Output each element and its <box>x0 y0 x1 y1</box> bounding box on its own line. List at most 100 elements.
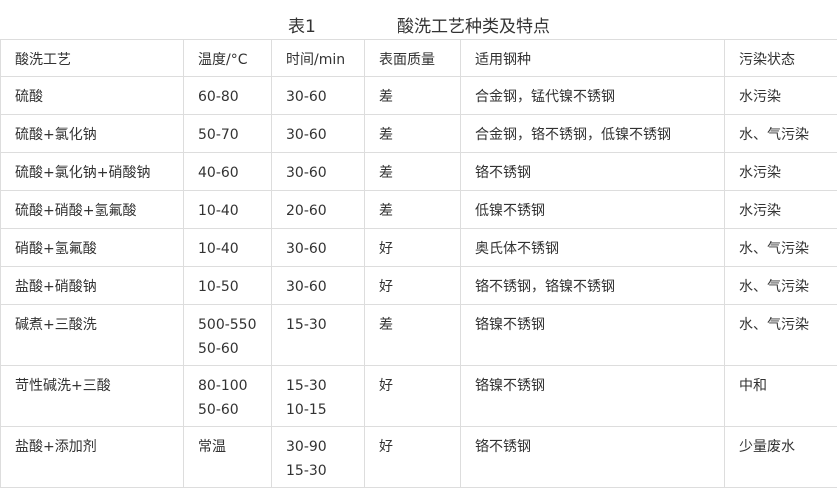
cell-text: 15-30 <box>286 459 364 483</box>
table-cell-pollution: 水污染 <box>725 191 837 229</box>
table-cell-surface-quality: 差 <box>365 191 461 229</box>
header-col-time: 时间/min <box>272 40 365 77</box>
table-cell-pollution: 水、气污染 <box>725 229 837 267</box>
table-row: 苛性碱洗+三酸80-10050-6015-3010-15好铬镍不锈钢中和 <box>1 366 837 427</box>
table-header-row: 酸洗工艺温度/°C时间/min表面质量适用钢种污染状态 <box>1 40 837 77</box>
table-title: 酸洗工艺种类及特点 <box>397 12 550 37</box>
cell-text: 30-60 <box>286 237 364 261</box>
table-cell-steel-grade: 铬镍不锈钢 <box>461 366 725 427</box>
table-caption: 表1 酸洗工艺种类及特点 <box>0 8 837 38</box>
table-cell-steel-grade: 合金钢，铬不锈钢，低镍不锈钢 <box>461 115 725 153</box>
table-cell-surface-quality: 差 <box>365 153 461 191</box>
header-col-pollution: 污染状态 <box>725 40 837 77</box>
cell-text: 50-70 <box>198 123 271 147</box>
table-cell-temperature: 10-40 <box>184 191 272 229</box>
table-row: 硝酸+氢氟酸 10-40 30-60好奥氏体不锈钢水、气污染 <box>1 229 837 267</box>
table-cell-time: 30-60 <box>272 115 365 153</box>
table-cell-time: 30-60 <box>272 229 365 267</box>
cell-text: 30-60 <box>286 275 364 299</box>
cell-text: 水污染 <box>739 161 837 185</box>
cell-text: 50-60 <box>198 337 271 361</box>
table-cell-time: 15-3010-15 <box>272 366 365 427</box>
cell-text: 铬镍不锈钢 <box>475 374 724 398</box>
table-cell-surface-quality: 差 <box>365 305 461 366</box>
cell-text: 15-30 <box>286 313 364 337</box>
table-cell-steel-grade: 铬不锈钢 <box>461 153 725 191</box>
table-row: 硫酸+硝酸+氢氟酸10-4020-60差低镍不锈钢水污染 <box>1 191 837 229</box>
cell-text: 水、气污染 <box>739 275 837 299</box>
header-col-temperature: 温度/°C <box>184 40 272 77</box>
table-cell-process: 盐酸+硝酸钠 <box>1 267 184 305</box>
header-col-steel-grade: 适用钢种 <box>461 40 725 77</box>
cell-text: 30-60 <box>286 123 364 147</box>
table-cell-temperature: 60-80 <box>184 77 272 115</box>
cell-text: 铬镍不锈钢 <box>475 313 724 337</box>
cell-text: 30-90 <box>286 435 364 459</box>
table-row: 碱煮+三酸洗500-55050-6015-30差铬镍不锈钢水、气污染 <box>1 305 837 366</box>
table-row: 硫酸60-8030-60差合金钢，锰代镍不锈钢水污染 <box>1 77 837 115</box>
table-cell-process: 硫酸+硝酸+氢氟酸 <box>1 191 184 229</box>
cell-text: 好 <box>379 374 460 398</box>
table-cell-pollution: 中和 <box>725 366 837 427</box>
cell-text: 盐酸+硝酸钠 <box>15 275 183 299</box>
cell-text: 铬不锈钢 <box>475 435 724 459</box>
table-cell-time: 30-60 <box>272 267 365 305</box>
table-cell-temperature: 40-60 <box>184 153 272 191</box>
cell-text: 好 <box>379 435 460 459</box>
table-row: 硫酸+氯化钠+硝酸钠40-6030-60差铬不锈钢水污染 <box>1 153 837 191</box>
cell-text: 铬不锈钢，铬镍不锈钢 <box>475 275 724 299</box>
table-cell-temperature: 10-50 <box>184 267 272 305</box>
cell-text: 硫酸 <box>15 85 183 109</box>
cell-text: 差 <box>379 123 460 147</box>
cell-text: 苛性碱洗+三酸 <box>15 374 183 398</box>
cell-text: 低镍不锈钢 <box>475 199 724 223</box>
table-cell-temperature: 80-10050-60 <box>184 366 272 427</box>
table-cell-steel-grade: 铬镍不锈钢 <box>461 305 725 366</box>
cell-text: 奥氏体不锈钢 <box>475 237 724 261</box>
table-cell-surface-quality: 好 <box>365 427 461 488</box>
table-cell-pollution: 水污染 <box>725 153 837 191</box>
table-cell-steel-grade: 铬不锈钢 <box>461 427 725 488</box>
table-cell-surface-quality: 好 <box>365 229 461 267</box>
table-cell-steel-grade: 奥氏体不锈钢 <box>461 229 725 267</box>
table-cell-surface-quality: 好 <box>365 267 461 305</box>
table-row: 硫酸+氯化钠 50-70 30-60 差合金钢，铬不锈钢，低镍不锈钢水、气污染 <box>1 115 837 153</box>
cell-text: 铬不锈钢 <box>475 161 724 185</box>
table-cell-surface-quality: 差 <box>365 77 461 115</box>
cell-text: 30-60 <box>286 161 364 185</box>
cell-text: 好 <box>379 275 460 299</box>
table-cell-pollution: 水、气污染 <box>725 115 837 153</box>
table-cell-pollution: 少量废水 <box>725 427 837 488</box>
cell-text: 80-100 <box>198 374 271 398</box>
table-cell-time: 30-60 <box>272 153 365 191</box>
cell-text: 硝酸+氢氟酸 <box>15 237 183 261</box>
cell-text: 硫酸+氯化钠 <box>15 123 183 147</box>
table-cell-process: 盐酸+添加剂 <box>1 427 184 488</box>
cell-text: 10-40 <box>198 237 271 261</box>
cell-text: 10-15 <box>286 398 364 422</box>
table-row: 盐酸+添加剂常温 30-9015-30 好铬不锈钢少量废水 <box>1 427 837 488</box>
table-cell-steel-grade: 铬不锈钢，铬镍不锈钢 <box>461 267 725 305</box>
pickling-process-table: 酸洗工艺温度/°C时间/min表面质量适用钢种污染状态 硫酸60-8030-60… <box>0 39 837 488</box>
table-cell-process: 硫酸+氯化钠 <box>1 115 184 153</box>
table-cell-surface-quality: 好 <box>365 366 461 427</box>
cell-text: 差 <box>379 161 460 185</box>
table-cell-steel-grade: 低镍不锈钢 <box>461 191 725 229</box>
table-cell-steel-grade: 合金钢，锰代镍不锈钢 <box>461 77 725 115</box>
cell-text: 差 <box>379 313 460 337</box>
table-cell-temperature: 500-55050-60 <box>184 305 272 366</box>
table-cell-surface-quality: 差 <box>365 115 461 153</box>
cell-text: 常温 <box>198 435 271 459</box>
table-cell-process: 硫酸 <box>1 77 184 115</box>
table-cell-time: 30-60 <box>272 77 365 115</box>
cell-text: 水、气污染 <box>739 313 837 337</box>
table-number: 表1 <box>288 12 316 37</box>
table-cell-pollution: 水污染 <box>725 77 837 115</box>
table-cell-process: 硝酸+氢氟酸 <box>1 229 184 267</box>
header-col-process: 酸洗工艺 <box>1 40 184 77</box>
cell-text: 差 <box>379 199 460 223</box>
cell-text: 50-60 <box>198 398 271 422</box>
cell-text: 硫酸+硝酸+氢氟酸 <box>15 199 183 223</box>
cell-text: 盐酸+添加剂 <box>15 435 183 459</box>
cell-text: 水、气污染 <box>739 123 837 147</box>
